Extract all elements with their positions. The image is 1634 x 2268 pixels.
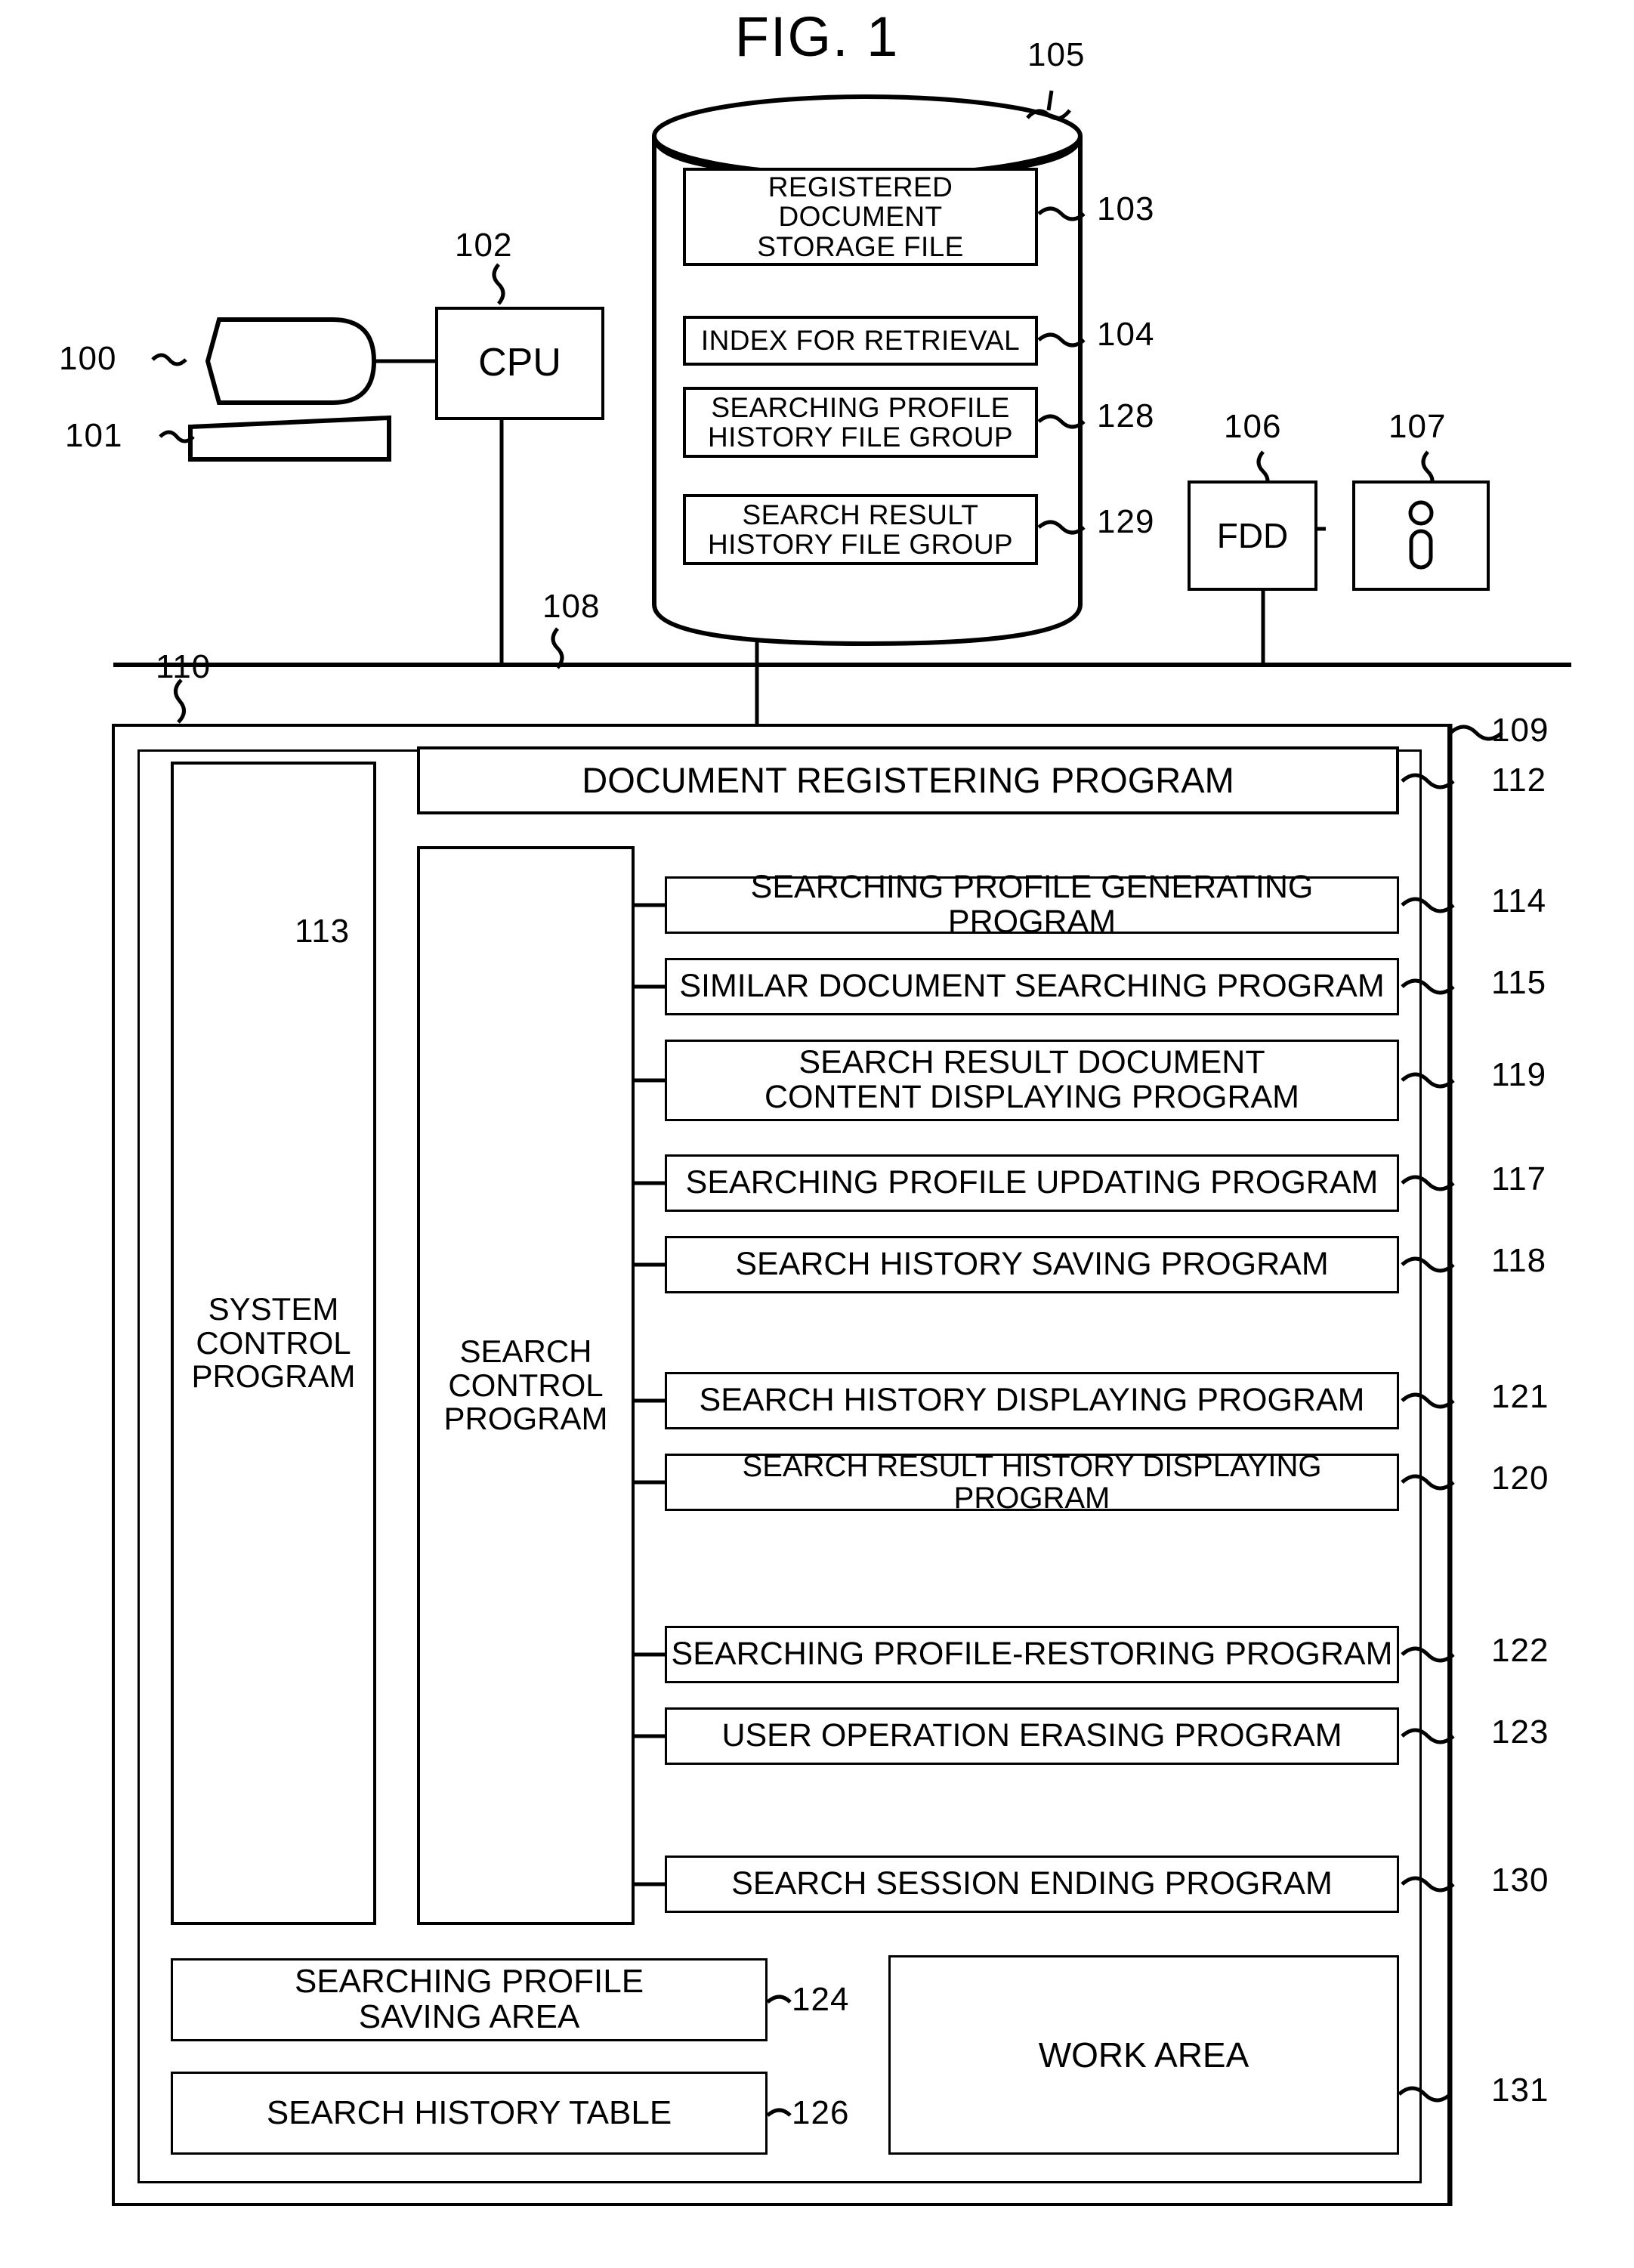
ref-120: 120 <box>1491 1460 1549 1497</box>
searching-profile-restoring-program-label: SEARCHING PROFILE-RESTORING PROGRAM <box>671 1636 1393 1673</box>
search-history-table-box: SEARCH HISTORY TABLE <box>171 2072 768 2155</box>
search-result-history-file-group-label: SEARCH RESULT HISTORY FILE GROUP <box>707 499 1014 560</box>
searching-profile-generating-program-label: SEARCHING PROFILE GENERATING PROGRAM <box>750 869 1314 940</box>
search-result-document-content-displaying-program-label: SEARCH RESULT DOCUMENT CONTENT DISPLAYIN… <box>764 1044 1299 1115</box>
ref-117: 117 <box>1491 1160 1547 1197</box>
search-session-ending-program-box: SEARCH SESSION ENDING PROGRAM <box>665 1855 1399 1913</box>
searching-profile-generating-program-box: SEARCHING PROFILE GENERATING PROGRAM <box>665 870 1399 939</box>
searching-profile-updating-program-box: SEARCHING PROFILE UPDATING PROGRAM <box>665 1154 1399 1212</box>
ref-110: 110 <box>156 648 212 685</box>
search-result-history-displaying-program-box: SEARCH RESULT HISTORY DISPLAYING PROGRAM <box>665 1450 1399 1514</box>
search-result-history-displaying-program-label: SEARCH RESULT HISTORY DISPLAYING PROGRAM <box>742 1449 1322 1515</box>
ref-119: 119 <box>1491 1056 1547 1093</box>
patent-figure-1: FIG. 1 CPU 102 100 101 REGISTERED DOCUME… <box>0 0 1634 2268</box>
ref-124: 124 <box>792 1981 850 2018</box>
work-area-label: WORK AREA <box>1038 2035 1249 2075</box>
index-for-retrieval-label: INDEX FOR RETRIEVAL <box>700 325 1021 357</box>
ref-108: 108 <box>542 588 601 625</box>
search-result-history-file-group-box: SEARCH RESULT HISTORY FILE GROUP <box>683 494 1038 565</box>
ref-106: 106 <box>1224 408 1282 445</box>
search-result-document-content-displaying-program-box: SEARCH RESULT DOCUMENT CONTENT DISPLAYIN… <box>665 1040 1399 1121</box>
search-history-saving-program-label: SEARCH HISTORY SAVING PROGRAM <box>735 1246 1329 1283</box>
ref-112: 112 <box>1491 762 1547 799</box>
ref-118: 118 <box>1491 1242 1547 1279</box>
ref-130: 130 <box>1491 1862 1549 1899</box>
ref-126: 126 <box>792 2094 850 2131</box>
search-history-displaying-program-box: SEARCH HISTORY DISPLAYING PROGRAM <box>665 1372 1399 1429</box>
ref-121: 121 <box>1491 1378 1549 1415</box>
ref-122: 122 <box>1491 1632 1549 1669</box>
searching-profile-history-file-group-box: SEARCHING PROFILE HISTORY FILE GROUP <box>683 387 1038 458</box>
searching-profile-restoring-program-box: SEARCHING PROFILE-RESTORING PROGRAM <box>665 1626 1399 1683</box>
ref-101: 101 <box>65 417 123 454</box>
similar-document-searching-program-box: SIMILAR DOCUMENT SEARCHING PROGRAM <box>665 958 1399 1015</box>
search-history-displaying-program-label: SEARCH HISTORY DISPLAYING PROGRAM <box>699 1382 1365 1419</box>
ref-105: 105 <box>1027 36 1086 73</box>
system-control-program-label: SYSTEM CONTROL PROGRAM <box>191 1291 356 1395</box>
cpu-label: CPU <box>478 341 561 385</box>
ref-100: 100 <box>59 340 117 377</box>
document-registering-program-label: DOCUMENT REGISTERING PROGRAM <box>582 760 1234 801</box>
fdd-box: FDD <box>1188 480 1317 591</box>
searching-profile-saving-area-label: SEARCHING PROFILE SAVING AREA <box>294 1963 644 2035</box>
ref-115: 115 <box>1491 964 1547 1001</box>
fdd-label: FDD <box>1216 515 1289 555</box>
ref-129: 129 <box>1097 503 1155 540</box>
search-control-program-label: SEARCH CONTROL PROGRAM <box>443 1333 608 1437</box>
ref-107: 107 <box>1388 408 1447 445</box>
registered-document-storage-file-box: REGISTERED DOCUMENT STORAGE FILE <box>683 168 1038 266</box>
floppy-disk-icon <box>1408 498 1434 574</box>
ref-123: 123 <box>1491 1713 1549 1750</box>
index-for-retrieval-box: INDEX FOR RETRIEVAL <box>683 316 1038 366</box>
ref-104: 104 <box>1097 316 1155 353</box>
user-operation-erasing-program-box: USER OPERATION ERASING PROGRAM <box>665 1707 1399 1765</box>
similar-document-searching-program-label: SIMILAR DOCUMENT SEARCHING PROGRAM <box>679 968 1385 1005</box>
searching-profile-saving-area-box: SEARCHING PROFILE SAVING AREA <box>171 1958 768 2041</box>
search-session-ending-program-label: SEARCH SESSION ENDING PROGRAM <box>731 1865 1333 1902</box>
searching-profile-history-file-group-label: SEARCHING PROFILE HISTORY FILE GROUP <box>707 391 1014 453</box>
search-history-saving-program-box: SEARCH HISTORY SAVING PROGRAM <box>665 1236 1399 1293</box>
cpu-box: CPU <box>435 307 604 420</box>
document-registering-program-box: DOCUMENT REGISTERING PROGRAM <box>417 746 1399 814</box>
ref-114: 114 <box>1491 882 1547 919</box>
ref-131: 131 <box>1491 2072 1549 2109</box>
ref-109: 109 <box>1491 712 1549 749</box>
ref-113: 113 <box>295 913 351 950</box>
registered-document-storage-file-label: REGISTERED DOCUMENT STORAGE FILE <box>757 171 964 262</box>
figure-title: FIG. 1 <box>734 5 900 68</box>
ref-128: 128 <box>1097 397 1155 434</box>
user-operation-erasing-program-label: USER OPERATION ERASING PROGRAM <box>721 1717 1342 1754</box>
search-history-table-label: SEARCH HISTORY TABLE <box>266 2093 672 2131</box>
search-control-program-box: SEARCH CONTROL PROGRAM <box>417 846 635 1925</box>
ref-102: 102 <box>455 227 513 264</box>
work-area-box: WORK AREA <box>888 1955 1399 2155</box>
searching-profile-updating-program-label: SEARCHING PROFILE UPDATING PROGRAM <box>685 1164 1379 1201</box>
ref-103: 103 <box>1097 190 1155 227</box>
floppy-disk-box <box>1352 480 1490 591</box>
